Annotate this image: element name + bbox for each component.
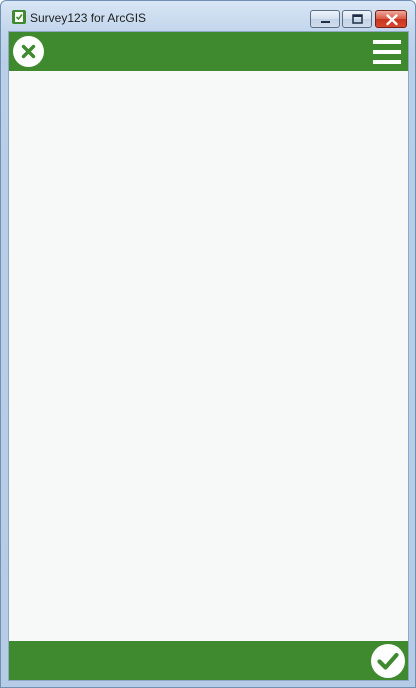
close-icon bbox=[386, 14, 398, 26]
close-window-button[interactable] bbox=[375, 10, 407, 28]
minimize-button[interactable] bbox=[310, 10, 340, 28]
hamburger-menu-icon[interactable] bbox=[373, 40, 401, 64]
top-toolbar bbox=[9, 32, 408, 71]
app-window: Survey123 for ArcGIS bbox=[0, 0, 416, 688]
close-survey-button[interactable] bbox=[13, 36, 44, 67]
close-circle-icon bbox=[21, 44, 36, 59]
checkmark-circle-icon bbox=[377, 652, 399, 670]
minimize-icon bbox=[321, 21, 330, 23]
maximize-button[interactable] bbox=[342, 10, 372, 28]
title-bar[interactable]: Survey123 for ArcGIS bbox=[1, 1, 415, 31]
submit-survey-button[interactable] bbox=[371, 644, 405, 678]
app-client-area bbox=[8, 31, 409, 681]
maximize-icon bbox=[352, 14, 363, 24]
survey-content-area[interactable] bbox=[9, 71, 408, 641]
window-title: Survey123 for ArcGIS bbox=[30, 11, 147, 25]
bottom-toolbar bbox=[9, 641, 408, 680]
survey123-icon bbox=[12, 10, 26, 24]
